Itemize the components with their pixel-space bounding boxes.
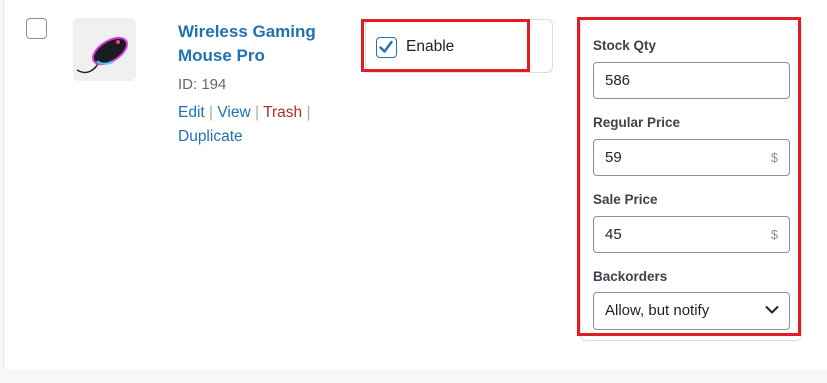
view-link[interactable]: View xyxy=(217,104,250,121)
highlight-box-enable xyxy=(361,19,530,72)
product-id: ID: 194 xyxy=(178,76,227,93)
product-title[interactable]: Wireless Gaming Mouse Pro xyxy=(178,20,338,68)
highlight-box-inventory xyxy=(577,17,801,336)
edit-link[interactable]: Edit xyxy=(178,104,205,121)
separator: | xyxy=(306,104,311,121)
gaming-mouse-image xyxy=(73,18,136,81)
separator: | xyxy=(255,104,260,121)
separator: | xyxy=(209,104,214,121)
row-select-checkbox[interactable] xyxy=(26,18,47,39)
trash-link[interactable]: Trash xyxy=(263,104,302,121)
duplicate-link[interactable]: Duplicate xyxy=(178,128,243,145)
row-actions: Edit | View | Trash | Duplicate xyxy=(178,101,338,149)
product-thumbnail[interactable] xyxy=(73,18,136,81)
